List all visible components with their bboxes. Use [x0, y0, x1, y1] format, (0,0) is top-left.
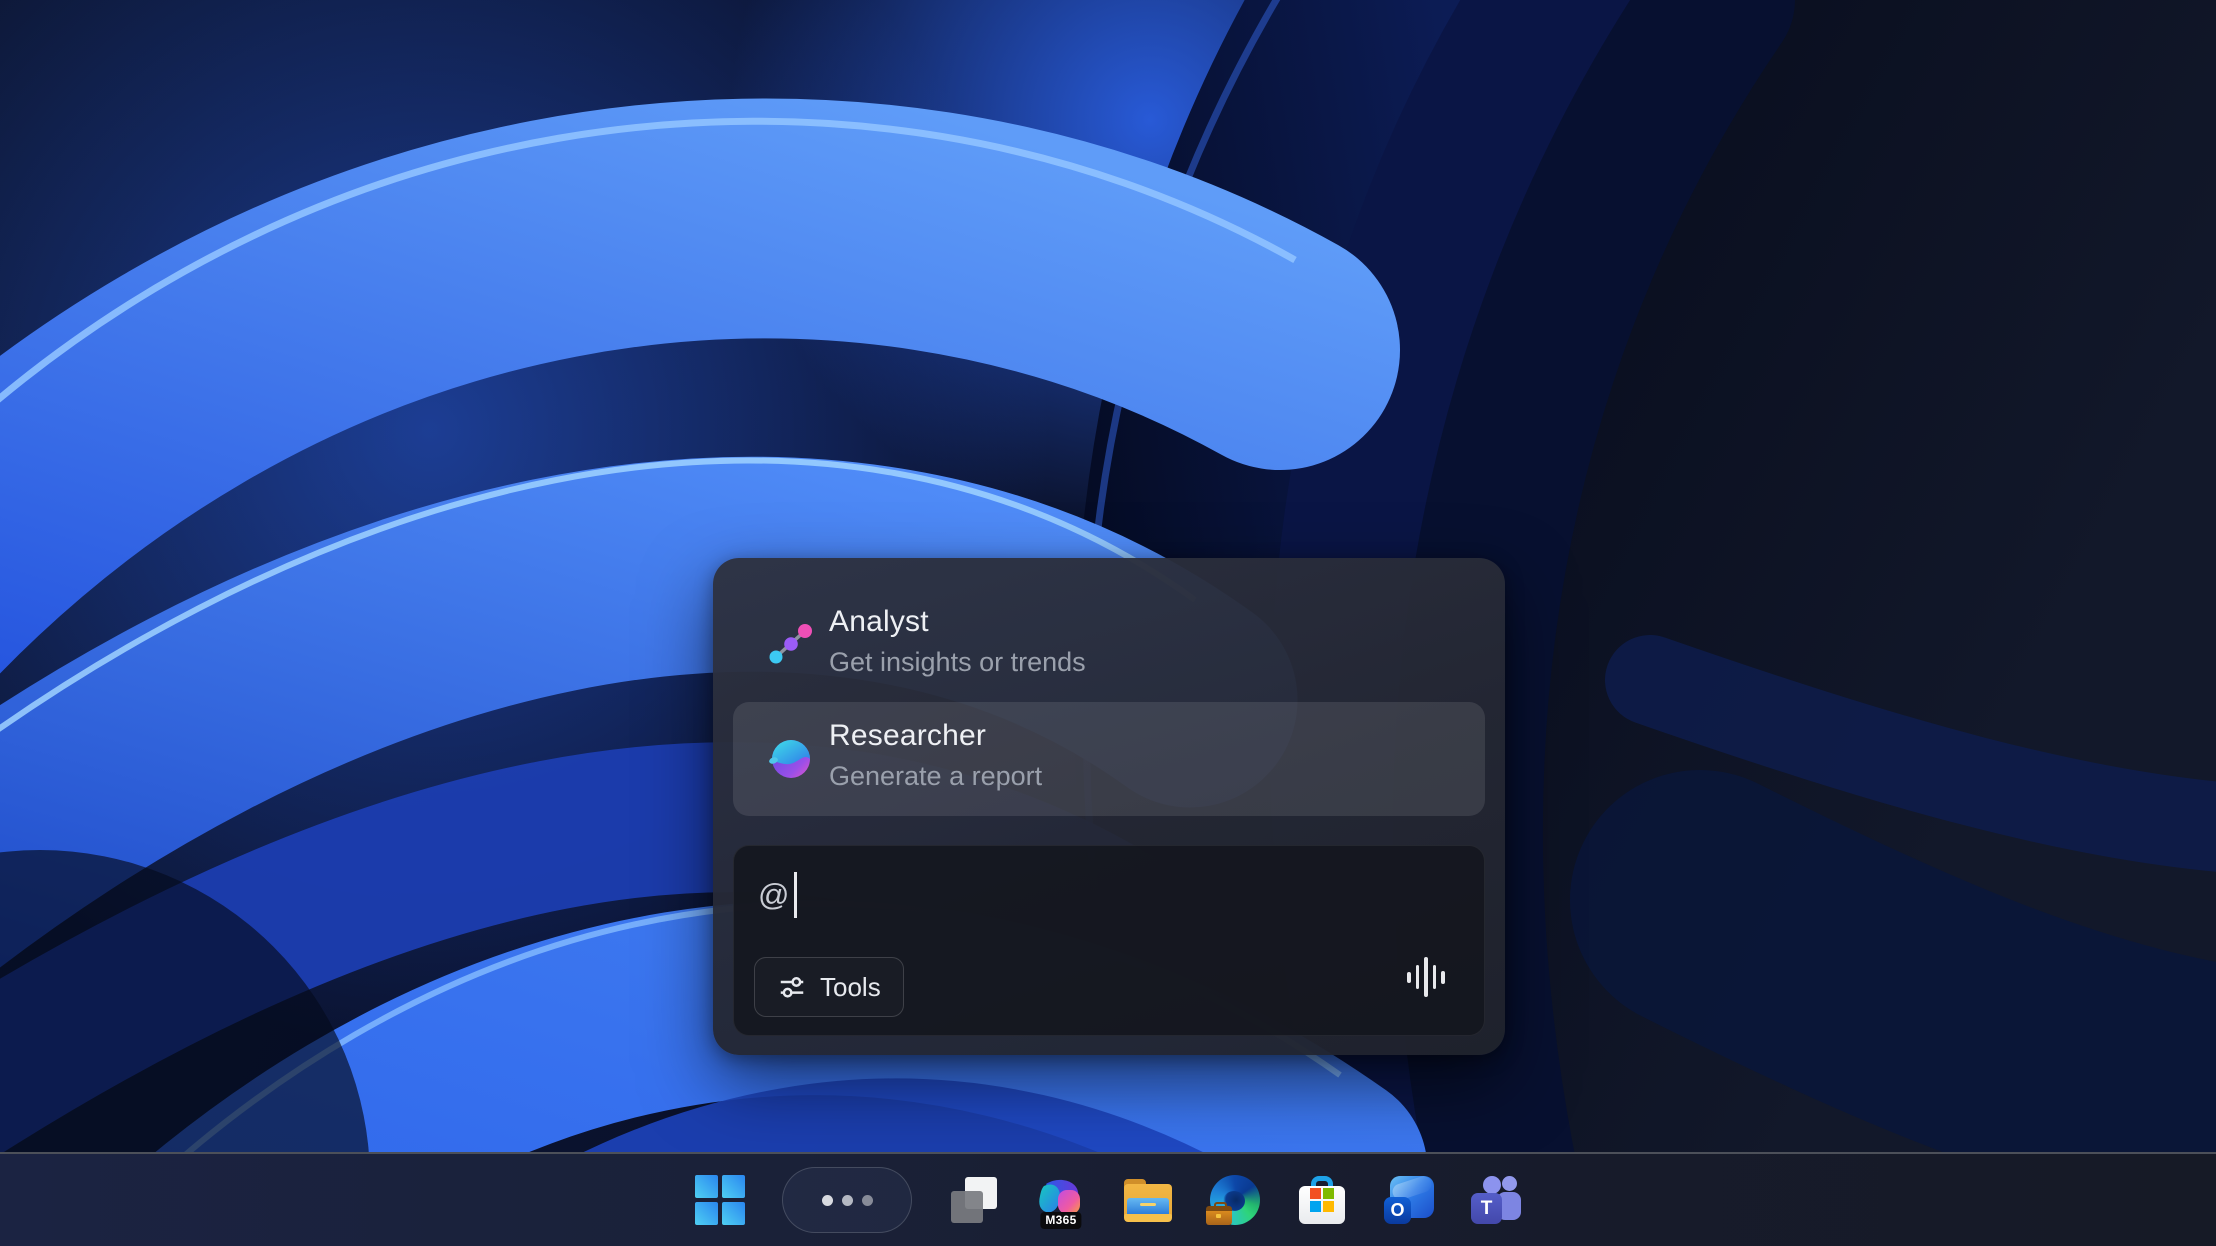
agent-title: Researcher [829, 719, 986, 753]
file-explorer-button[interactable] [1123, 1175, 1173, 1225]
m365-copilot-button[interactable]: M365 [1036, 1175, 1086, 1225]
task-view-button[interactable] [949, 1175, 999, 1225]
edge-button[interactable] [1210, 1175, 1260, 1225]
agent-item-analyst[interactable]: Analyst Get insights or trends [733, 588, 1485, 702]
text-caret [794, 872, 797, 918]
teams-icon: T [1471, 1176, 1521, 1224]
outlook-icon: O [1384, 1176, 1434, 1224]
analyst-trend-dots-icon [767, 621, 815, 669]
outlook-letter: O [1384, 1197, 1411, 1224]
agent-item-researcher[interactable]: Researcher Generate a report [733, 702, 1485, 816]
start-button[interactable] [695, 1175, 745, 1225]
desktop: Analyst Get insights or trends Rese [0, 0, 2216, 1246]
file-explorer-icon [1123, 1177, 1173, 1223]
loading-dot [862, 1195, 873, 1206]
microsoft-store-icon [1299, 1176, 1345, 1224]
copilot-prompt-input[interactable]: @ Tools [733, 845, 1485, 1036]
loading-dot [822, 1195, 833, 1206]
copilot-search-pill[interactable] [782, 1167, 912, 1233]
tools-button[interactable]: Tools [754, 957, 904, 1017]
tools-label: Tools [820, 972, 881, 1003]
task-view-icon [951, 1177, 997, 1223]
loading-dot [842, 1195, 853, 1206]
agent-description: Get insights or trends [829, 647, 1086, 678]
teams-letter: T [1471, 1193, 1502, 1224]
microsoft-store-button[interactable] [1297, 1175, 1347, 1225]
researcher-planet-icon [767, 735, 815, 783]
edge-icon [1210, 1175, 1260, 1225]
briefcase-badge-icon [1206, 1206, 1232, 1225]
teams-button[interactable]: T [1471, 1175, 1521, 1225]
taskbar: M365 O [0, 1152, 2216, 1246]
m365-badge: M365 [1040, 1212, 1081, 1229]
sliders-icon [777, 972, 807, 1002]
agent-description: Generate a report [829, 761, 1042, 792]
outlook-button[interactable]: O [1384, 1175, 1434, 1225]
windows-logo-icon [695, 1175, 745, 1225]
input-text-line: @ [758, 872, 797, 918]
copilot-agent-flyout: Analyst Get insights or trends Rese [713, 558, 1505, 1055]
agent-title: Analyst [829, 605, 929, 639]
voice-waveform-icon[interactable] [1404, 949, 1448, 1005]
input-value: @ [758, 877, 789, 913]
